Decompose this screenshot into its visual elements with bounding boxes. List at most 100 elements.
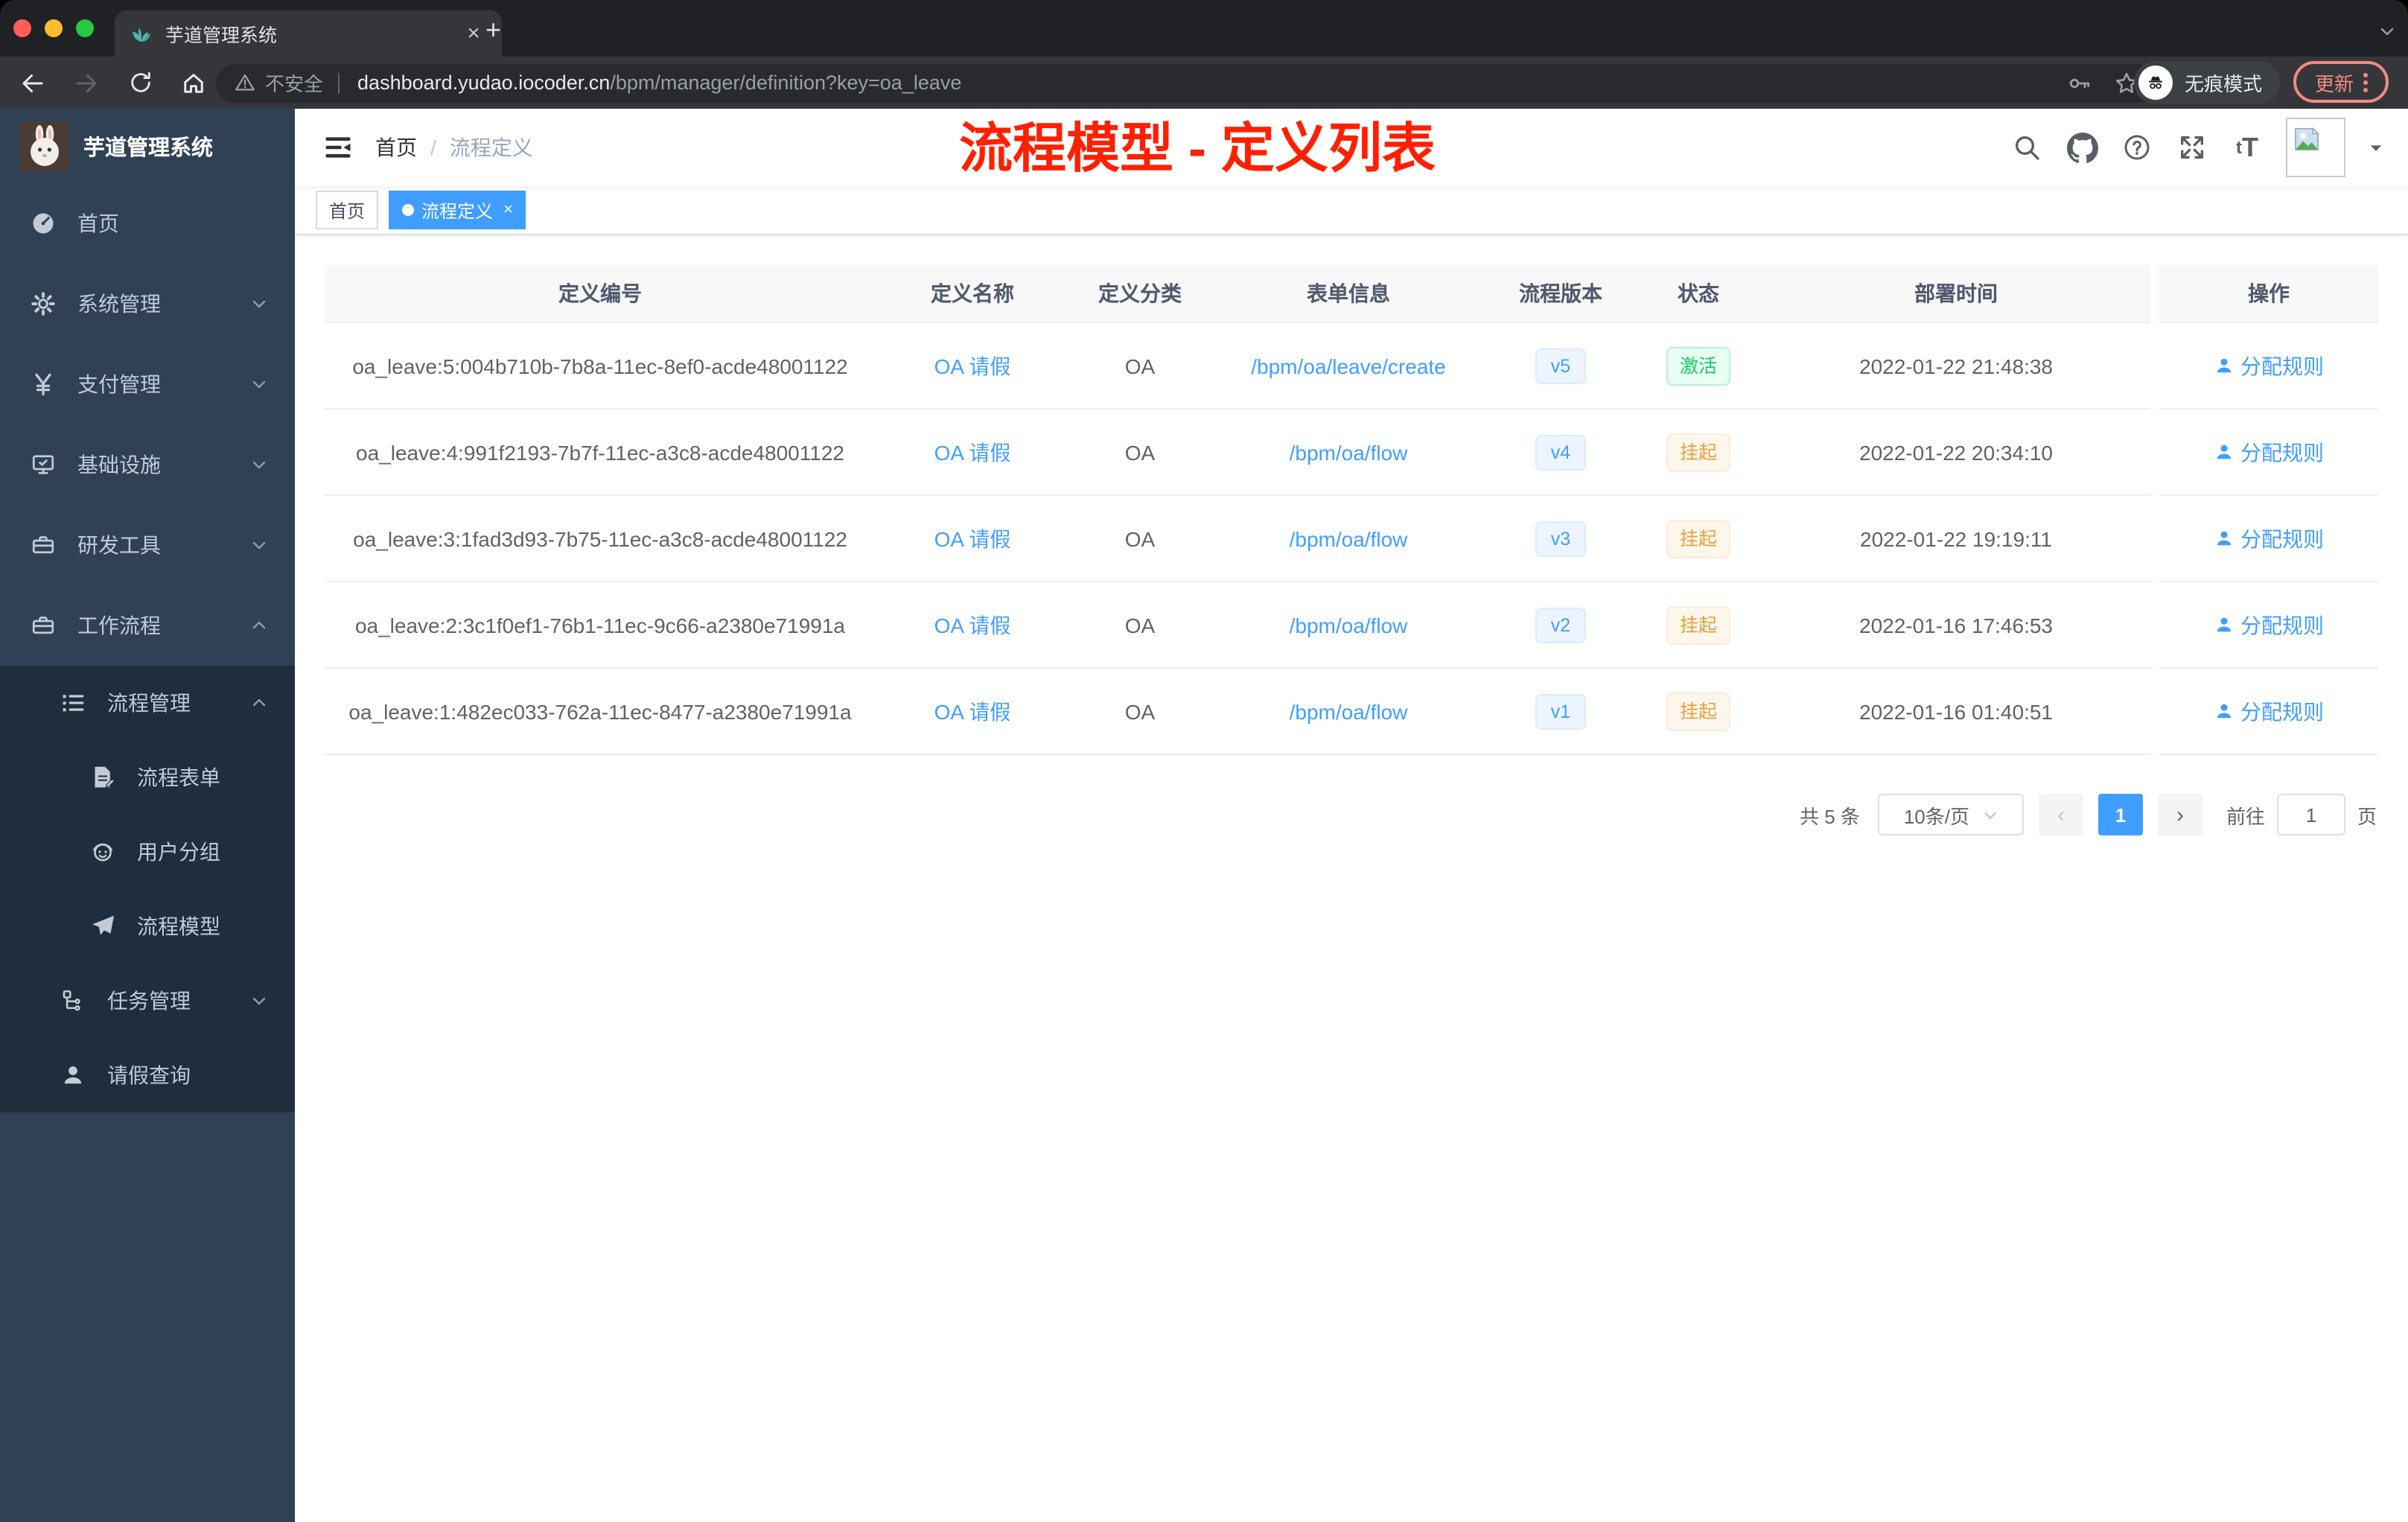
column-header-action: 操作 — [2248, 281, 2290, 305]
page-size-select[interactable]: 10条/页 — [1877, 794, 2024, 835]
definition-id: oa_leave:5:004b710b-7b8a-11ec-8ef0-acde4… — [352, 354, 848, 378]
sidebar-item[interactable]: 研发工具 — [0, 505, 295, 585]
sidebar-item[interactable]: 用户分组 — [0, 815, 295, 889]
table-fixed-column-gutter — [2150, 265, 2159, 755]
tag[interactable]: 首页 × — [316, 191, 379, 229]
back-button[interactable] — [15, 65, 51, 101]
sidebar-item-icon — [89, 913, 116, 940]
password-key-icon[interactable] — [2065, 69, 2092, 96]
table-row: oa_leave:5:004b710b-7b8a-11ec-8ef0-acde4… — [325, 323, 2150, 410]
pagination-goto-label: 前往 — [2226, 805, 2265, 827]
address-bar[interactable]: 不安全 dashboard.yudao.iocoder.cn/bpm/manag… — [216, 63, 2158, 102]
tag[interactable]: 流程定义 × — [389, 191, 526, 229]
assign-rule-link[interactable]: 分配规则 — [2214, 610, 2324, 640]
sidebar-item-icon — [30, 290, 57, 317]
new-tab-button[interactable]: + — [485, 16, 501, 43]
tab-close-icon[interactable]: × — [460, 20, 487, 47]
sidebar-toggle-hamburger-icon[interactable] — [322, 131, 354, 164]
pagination-page-1[interactable]: 1 — [2098, 794, 2143, 835]
home-button[interactable] — [176, 65, 211, 101]
breadcrumb-home[interactable]: 首页 — [375, 133, 417, 162]
status-badge: 挂起 — [1666, 692, 1730, 730]
browser-tab[interactable]: 芋道管理系统 × — [115, 10, 502, 57]
assign-rule-link[interactable]: 分配规则 — [2214, 523, 2324, 553]
sidebar-item[interactable]: 基础设施 — [0, 424, 295, 505]
sidebar-item[interactable]: 流程表单 — [0, 740, 295, 815]
pagination-next-button[interactable]: › — [2157, 794, 2202, 835]
avatar-dropdown-caret-icon[interactable] — [2368, 139, 2384, 156]
definition-category: OA — [1124, 526, 1156, 550]
user-icon — [2216, 531, 2231, 546]
version-tag: v1 — [1535, 693, 1586, 729]
url-text[interactable]: dashboard.yudao.iocoder.cn/bpm/manager/d… — [357, 71, 2051, 94]
form-info-link[interactable]: /bpm/oa/flow — [1290, 440, 1408, 464]
browser-menu-dots-icon[interactable] — [2363, 72, 2367, 92]
definition-category: OA — [1124, 613, 1156, 637]
tags-view-bar: 首页 × 流程定义 × — [295, 186, 2408, 235]
form-info-link[interactable]: /bpm/oa/flow — [1290, 526, 1408, 550]
font-size-icon[interactable]: tT — [2231, 131, 2264, 164]
assign-rule-link[interactable]: 分配规则 — [2214, 696, 2324, 726]
definition-name-link[interactable]: OA 请假 — [934, 613, 1011, 637]
form-info-link[interactable]: /bpm/oa/flow — [1290, 699, 1408, 723]
chevron-icon — [250, 295, 268, 313]
pagination-goto-input[interactable] — [2276, 794, 2345, 835]
sidebar-item[interactable]: 任务管理 — [0, 964, 295, 1038]
sidebar-item[interactable]: 请假查询 — [0, 1038, 295, 1112]
sidebar-item-icon — [60, 690, 86, 716]
column-header-version: 流程版本 — [1519, 281, 1602, 305]
browser-update-button[interactable]: 更新 — [2293, 61, 2389, 103]
forward-button[interactable] — [69, 65, 104, 101]
url-domain: dashboard.yudao.iocoder.cn — [357, 71, 611, 94]
form-info-link[interactable]: /bpm/oa/leave/create — [1251, 354, 1446, 378]
top-navbar: 首页 / 流程定义 流程模型 - 定义列表 t T — [295, 109, 2408, 186]
security-label[interactable]: 不安全 — [265, 69, 323, 97]
assign-rule-link[interactable]: 分配规则 — [2214, 437, 2324, 467]
fullscreen-icon[interactable] — [2176, 131, 2208, 164]
sidebar-item-label: 工作流程 — [77, 614, 161, 637]
sidebar-item[interactable]: 流程模型 — [0, 889, 295, 964]
sidebar-item-icon — [89, 764, 116, 791]
sidebar-item[interactable]: 首页 — [0, 183, 295, 264]
github-icon[interactable] — [2065, 131, 2098, 164]
table-header-row: 定义编号 定义名称 定义分类 表单信息 流程版本 状态 部署时间 — [325, 265, 2150, 323]
version-tag: v4 — [1535, 434, 1586, 470]
search-icon[interactable] — [2010, 131, 2043, 164]
column-header-name: 定义名称 — [931, 281, 1014, 305]
reload-button[interactable] — [122, 65, 158, 101]
definition-name-link[interactable]: OA 请假 — [934, 440, 1011, 464]
browser-window: 芋道管理系统 × + 不安全 dashboard.yudao.iocoder.c… — [0, 0, 2408, 1522]
help-icon[interactable] — [2121, 131, 2153, 164]
window-close-button[interactable] — [13, 19, 31, 37]
definition-name-link[interactable]: OA 请假 — [934, 699, 1011, 723]
status-badge: 挂起 — [1666, 519, 1730, 558]
select-chevron-icon — [1981, 806, 1998, 823]
pagination-unit-label: 页 — [2357, 805, 2377, 827]
table-row-action: 分配规则 — [2159, 410, 2378, 496]
status-badge: 激活 — [1666, 346, 1730, 385]
sidebar-logo: 芋道管理系统 — [0, 109, 295, 183]
table-row-action: 分配规则 — [2159, 582, 2378, 669]
breadcrumb-separator: / — [430, 136, 436, 159]
window-zoom-button[interactable] — [76, 19, 94, 37]
deploy-time: 2022-01-16 01:40:51 — [1859, 699, 2053, 723]
version-tag: v3 — [1535, 520, 1586, 556]
assign-rule-link[interactable]: 分配规则 — [2214, 351, 2324, 380]
user-icon — [2216, 617, 2231, 632]
sidebar-item[interactable]: 系统管理 — [0, 264, 295, 344]
sidebar-item[interactable]: 流程管理 — [0, 666, 295, 740]
tag-label: 流程定义 — [421, 200, 494, 221]
tag-close-icon[interactable]: × — [503, 201, 513, 219]
tab-search-chevron-icon[interactable] — [2378, 21, 2396, 48]
form-info-link[interactable]: /bpm/oa/flow — [1290, 613, 1408, 637]
chevron-icon — [250, 617, 268, 634]
sidebar-item[interactable]: 支付管理 — [0, 344, 295, 424]
breadcrumb: 首页 / 流程定义 — [375, 133, 533, 162]
sidebar-item[interactable]: 工作流程 — [0, 585, 295, 666]
window-minimize-button[interactable] — [45, 19, 63, 37]
definition-name-link[interactable]: OA 请假 — [934, 526, 1011, 550]
page-size-value: 10条/页 — [1903, 805, 1969, 827]
avatar[interactable] — [2286, 118, 2345, 177]
pagination-prev-button[interactable]: ‹ — [2038, 794, 2083, 835]
definition-name-link[interactable]: OA 请假 — [934, 354, 1011, 378]
